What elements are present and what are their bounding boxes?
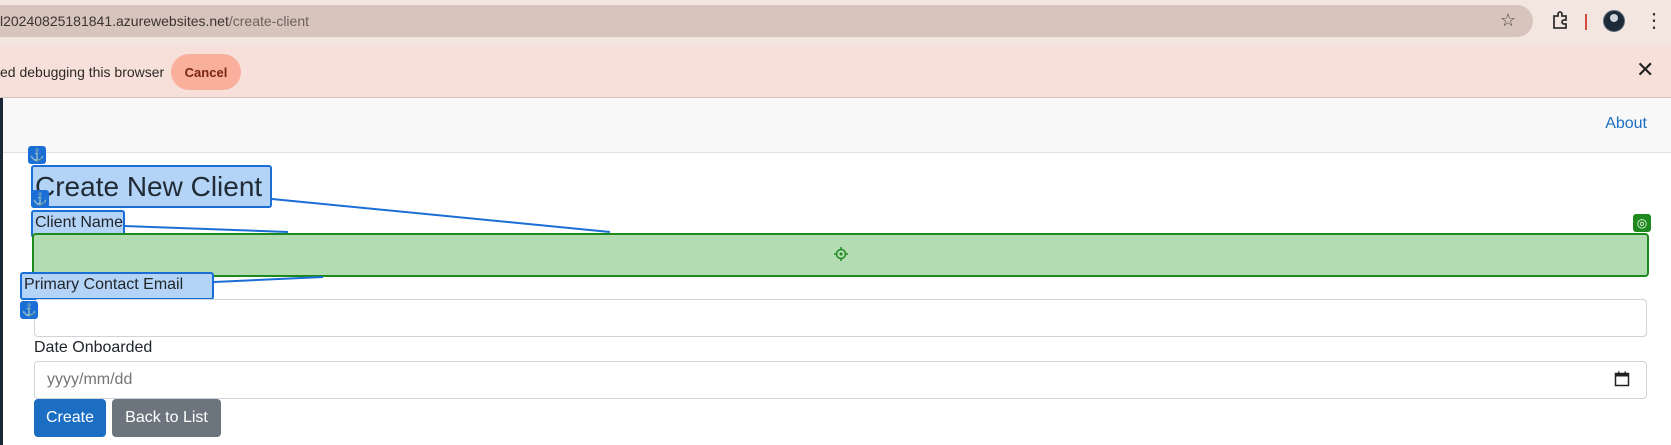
date-onboarded-input[interactable] [34, 361, 1647, 399]
create-button[interactable]: Create [34, 399, 106, 437]
primary-contact-email-label: Primary Contact Email [20, 272, 214, 300]
anchor-icon: ⚓ [20, 301, 38, 319]
back-to-list-button[interactable]: Back to List [112, 399, 221, 437]
date-onboarded-label: Date Onboarded [34, 339, 153, 356]
address-bar[interactable]: l20240825181841.azurewebsites.net/create… [0, 5, 1533, 37]
url-path: /create-client [228, 13, 310, 29]
anchor-icon: ⚓ [28, 146, 46, 164]
browser-toolbar: l20240825181841.azurewebsites.net/create… [0, 0, 1671, 44]
url-text[interactable]: l20240825181841.azurewebsites.net/create… [0, 13, 309, 29]
url-host: l20240825181841.azurewebsites.net [0, 13, 229, 29]
infobar-message: ed debugging this browser [0, 64, 165, 80]
nav-about-link[interactable]: About [1605, 115, 1647, 133]
primary-contact-email-input[interactable] [34, 299, 1647, 337]
profile-avatar[interactable] [1603, 10, 1625, 32]
close-icon[interactable]: ✕ [1636, 57, 1654, 83]
target-icon: ◎ [1633, 214, 1651, 232]
star-icon[interactable]: ☆ [1500, 10, 1516, 31]
site-navbar: About [3, 98, 1671, 153]
extensions-icon[interactable] [1550, 10, 1570, 30]
crosshair-icon [834, 247, 848, 261]
more-menu-icon[interactable]: ⋮ [1644, 8, 1664, 33]
page-title: Create New Client [31, 165, 272, 208]
debugging-infobar: ed debugging this browser Cancel ✕ [0, 44, 1671, 98]
toolbar-separator [1585, 14, 1587, 30]
anchor-icon: ⚓ [31, 190, 49, 208]
calendar-icon[interactable] [1614, 371, 1630, 387]
cancel-debugging-button[interactable]: Cancel [171, 54, 241, 90]
